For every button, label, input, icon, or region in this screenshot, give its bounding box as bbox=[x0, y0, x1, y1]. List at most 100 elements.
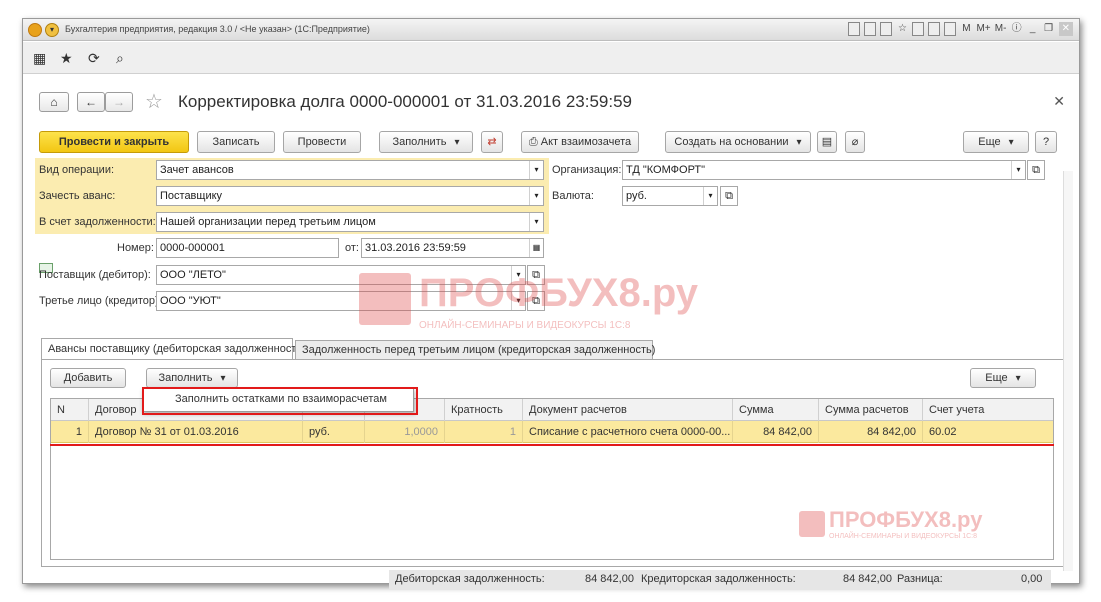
cell-n: 1 bbox=[51, 421, 89, 443]
open-currency-icon[interactable]: ⧉ bbox=[720, 186, 738, 206]
doc-icon[interactable] bbox=[848, 22, 861, 36]
more-button[interactable]: Еще bbox=[963, 131, 1029, 153]
help-button[interactable]: ? bbox=[1035, 131, 1057, 153]
table-more-button[interactable]: Еще bbox=[970, 368, 1036, 388]
app-logo-icon[interactable] bbox=[28, 23, 42, 37]
col-n[interactable]: N bbox=[51, 399, 89, 421]
col-amount[interactable]: Сумма bbox=[733, 399, 819, 421]
favorite-star-icon[interactable]: ☆ bbox=[145, 89, 163, 114]
date-label: от: bbox=[345, 242, 359, 254]
table-row[interactable]: 1 Договор № 31 от 01.03.2016 руб. 1,0000… bbox=[51, 421, 1053, 443]
credit-label: Кредиторская задолженность: bbox=[641, 573, 796, 585]
reconciliation-act-label: Акт взаимозачета bbox=[540, 136, 632, 148]
tab-supplier-advances[interactable]: Авансы поставщику (дебиторская задолженн… bbox=[41, 338, 306, 360]
chevron-down-icon[interactable]: ▾ bbox=[1011, 161, 1025, 179]
main-toolbar: ▦ ★ ⟳ ⌕ bbox=[23, 42, 1079, 74]
memory-plus-button[interactable]: M+ bbox=[976, 22, 990, 36]
offset-select[interactable]: Поставщику ▾ bbox=[156, 186, 544, 206]
cell-account: 60.02 bbox=[929, 426, 957, 438]
totals-bar: Дебиторская задолженность: 84 842,00 Кре… bbox=[389, 570, 1051, 590]
reconciliation-act-button[interactable]: ⎙ Акт взаимозачета bbox=[521, 131, 639, 153]
info-icon[interactable]: ⓘ bbox=[1011, 22, 1023, 36]
col-settlement-amount[interactable]: Сумма расчетов bbox=[819, 399, 923, 421]
debit-label: Дебиторская задолженность: bbox=[395, 573, 545, 585]
table-fill-label: Заполнить bbox=[158, 372, 213, 384]
debt-select[interactable]: Нашей организации перед третьим лицом ▾ bbox=[156, 212, 544, 232]
watermark-text: ПРОФБУХ8.ру bbox=[419, 271, 698, 315]
chevron-down-icon[interactable]: ▾ bbox=[529, 161, 543, 179]
cell-settlement-doc: Списание с расчетного счета 0000-00... bbox=[523, 421, 733, 443]
highlight-row-underline bbox=[50, 444, 1054, 446]
table-fill-button[interactable]: Заполнить bbox=[146, 368, 238, 388]
operation-select[interactable]: Зачет авансов ▾ bbox=[156, 160, 544, 180]
col-multiplicity[interactable]: Кратность bbox=[445, 399, 523, 421]
calculator-icon[interactable] bbox=[944, 22, 957, 36]
post-and-close-button[interactable]: Провести и закрыть bbox=[39, 131, 189, 153]
number-field[interactable]: 0000-000001 bbox=[156, 238, 339, 258]
forward-arrow-icon: → bbox=[113, 95, 125, 109]
window-title: Бухгалтерия предприятия, редакция 3.0 / … bbox=[65, 24, 370, 34]
back-button[interactable]: ← bbox=[77, 92, 105, 112]
vertical-scrollbar[interactable] bbox=[1063, 171, 1073, 571]
memory-minus-button[interactable]: M- bbox=[995, 22, 1007, 36]
menu-arrow-icon[interactable]: ▾ bbox=[45, 23, 59, 37]
cell-contract: Договор № 31 от 01.03.2016 bbox=[89, 421, 303, 443]
watermark-logo-small-icon bbox=[799, 511, 825, 537]
fill-dropdown-button[interactable]: Заполнить bbox=[379, 131, 473, 153]
close-form-icon[interactable]: ✕ bbox=[1053, 93, 1065, 110]
post-button[interactable]: Провести bbox=[283, 131, 361, 153]
create-based-on-button[interactable]: Создать на основании bbox=[665, 131, 811, 153]
calendar-icon[interactable]: ▦ bbox=[529, 239, 543, 257]
apps-grid-icon[interactable]: ▦ bbox=[33, 50, 46, 67]
create-based-on-label: Создать на основании bbox=[674, 136, 789, 148]
col-account[interactable]: Счет учета bbox=[923, 399, 1055, 421]
date-value: 31.03.2016 23:59:59 bbox=[365, 242, 466, 254]
favorites-star-icon[interactable]: ★ bbox=[60, 50, 73, 67]
cell-settlement-amount: 84 842,00 bbox=[819, 421, 923, 443]
link-icon[interactable] bbox=[912, 22, 925, 36]
preview-icon[interactable] bbox=[880, 22, 893, 36]
title-bar: ▾ Бухгалтерия предприятия, редакция 3.0 … bbox=[23, 19, 1079, 41]
close-window-icon[interactable]: ✕ bbox=[1058, 22, 1073, 36]
chevron-down-icon[interactable]: ▾ bbox=[529, 187, 543, 205]
calendar-icon[interactable] bbox=[928, 22, 941, 36]
offset-label: Зачесть аванс: bbox=[39, 190, 116, 202]
print-icon[interactable] bbox=[864, 22, 877, 36]
search-icon[interactable]: ⌕ bbox=[116, 50, 124, 67]
currency-label: Валюта: bbox=[552, 190, 594, 202]
save-button[interactable]: Записать bbox=[197, 131, 275, 153]
organization-field[interactable]: ТД "КОМФОРТ" ▾ bbox=[622, 160, 1026, 180]
third-party-value: ООО "УЮТ" bbox=[160, 295, 221, 307]
report-icon[interactable]: ▤ bbox=[817, 131, 837, 153]
watermark-subtitle: ОНЛАЙН-СЕМИНАРЫ И ВИДЕОКУРСЫ 1С:8 bbox=[419, 320, 631, 331]
organization-value: ТД "КОМФОРТ" bbox=[626, 164, 706, 176]
chevron-down-icon[interactable]: ▾ bbox=[703, 187, 717, 205]
col-settlement-doc[interactable]: Документ расчетов bbox=[523, 399, 733, 421]
watermark-text-small: ПРОФБУХ8.ру bbox=[829, 507, 983, 532]
supplier-label: Поставщик (дебитор): bbox=[39, 269, 151, 281]
home-button[interactable]: ⌂ bbox=[39, 92, 69, 112]
app-window: ▾ Бухгалтерия предприятия, редакция 3.0 … bbox=[22, 18, 1080, 590]
memory-m-button[interactable]: M bbox=[960, 22, 972, 36]
attachment-icon[interactable]: ⌀ bbox=[845, 131, 865, 153]
minimize-icon[interactable]: _ bbox=[1027, 22, 1039, 36]
favorite-star-icon[interactable]: ☆ bbox=[896, 22, 908, 36]
date-field[interactable]: 31.03.2016 23:59:59 ▦ bbox=[361, 238, 544, 258]
structure-icon[interactable]: ⇄ bbox=[481, 131, 503, 153]
organization-label: Организация: bbox=[552, 164, 622, 176]
watermark-subtitle-small: ОНЛАЙН-СЕМИНАРЫ И ВИДЕОКУРСЫ 1С:8 bbox=[829, 533, 978, 540]
watermark-logo-icon bbox=[359, 273, 411, 325]
highlight-menu-box bbox=[142, 387, 418, 415]
currency-field[interactable]: руб. ▾ bbox=[622, 186, 718, 206]
chevron-down-icon[interactable]: ▾ bbox=[529, 213, 543, 231]
cell-currency: руб. bbox=[303, 421, 365, 443]
open-organization-icon[interactable]: ⧉ bbox=[1027, 160, 1045, 180]
tab-panel: Добавить Заполнить Еще N Договор Кратнос… bbox=[41, 359, 1065, 567]
add-button[interactable]: Добавить bbox=[50, 368, 126, 388]
tab-third-party-debt[interactable]: Задолженность перед третьим лицом (креди… bbox=[295, 340, 655, 360]
difference-label: Разница: bbox=[897, 573, 943, 585]
history-icon[interactable]: ⟳ bbox=[88, 50, 100, 67]
restore-icon[interactable]: ❐ bbox=[1043, 22, 1055, 36]
forward-button[interactable]: → bbox=[105, 92, 133, 112]
more-button-label: Еще bbox=[978, 136, 1001, 148]
